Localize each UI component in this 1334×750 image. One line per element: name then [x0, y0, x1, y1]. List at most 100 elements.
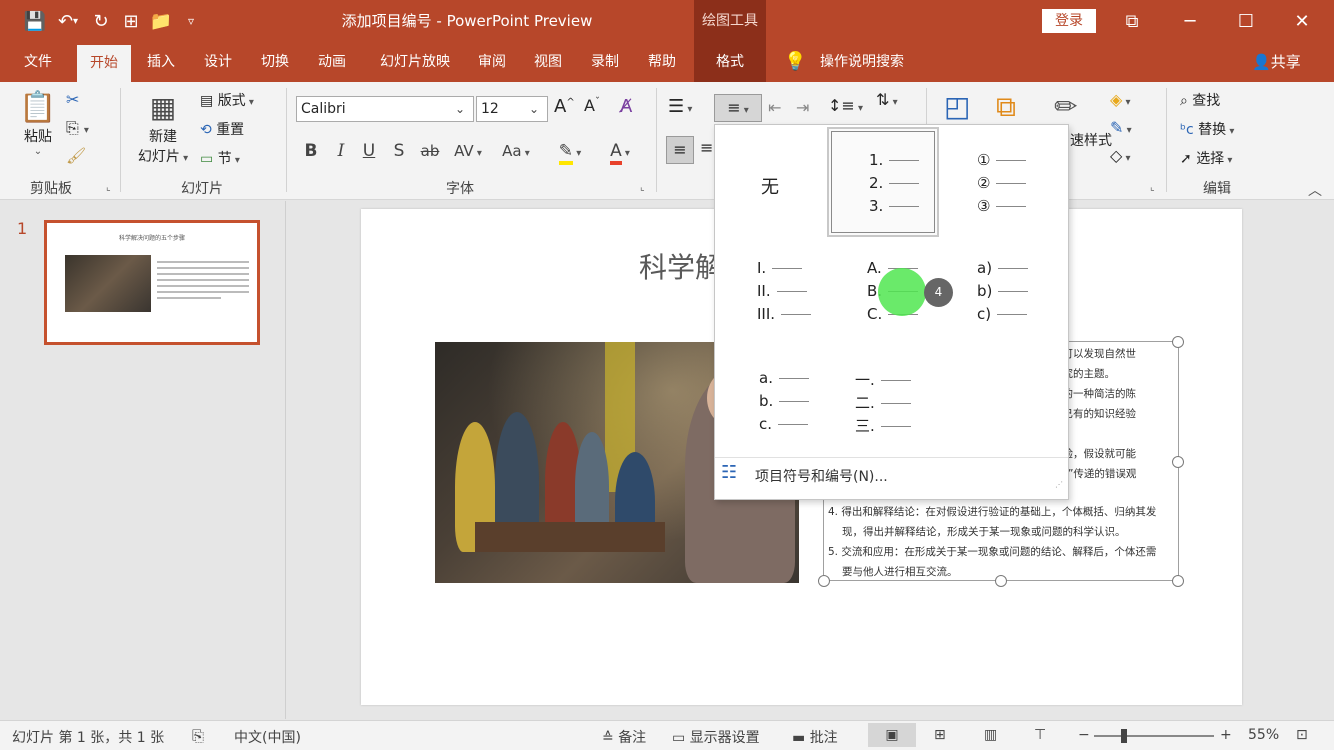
- tab-home[interactable]: 开始: [77, 45, 131, 82]
- numbering-roman-upper-option[interactable]: I. II. III.: [717, 237, 829, 347]
- minimize-button[interactable]: ─: [1162, 0, 1218, 42]
- tab-review[interactable]: 审阅: [464, 42, 520, 82]
- reading-view-icon[interactable]: ▥: [984, 727, 997, 743]
- zoom-in-button[interactable]: +: [1220, 727, 1232, 743]
- increase-indent-icon[interactable]: ⇥: [796, 98, 809, 117]
- tab-animations[interactable]: 动画: [304, 42, 360, 82]
- decrease-indent-icon[interactable]: ⇤: [768, 98, 781, 117]
- section-button[interactable]: ▭ 节 ▾: [200, 148, 240, 168]
- share-button[interactable]: 👤共享: [1252, 42, 1301, 82]
- document-title: 添加项目编号 - PowerPoint Preview: [341, 12, 593, 30]
- none-label: 无: [761, 177, 779, 198]
- numbering-icon: ≡: [727, 98, 741, 117]
- numbering-alpha-paren-option[interactable]: a) b) c): [949, 237, 1061, 347]
- font-size-combo[interactable]: 12 ⌄: [476, 96, 548, 122]
- collapse-ribbon-icon[interactable]: ︿: [1308, 180, 1322, 200]
- tell-me-search[interactable]: 操作说明搜索: [812, 42, 912, 82]
- numbering-circled-option[interactable]: ① ② ③: [949, 127, 1061, 237]
- shape-outline-icon[interactable]: ✎ ▾: [1110, 118, 1132, 137]
- shadow-button[interactable]: S: [388, 138, 410, 164]
- notes-button[interactable]: ≙ 备注: [602, 727, 646, 747]
- chevron-down-icon[interactable]: ⌄: [523, 97, 545, 121]
- align-left-icon[interactable]: ≡: [666, 136, 694, 164]
- strikethrough-button[interactable]: ab: [416, 138, 444, 164]
- reset-button[interactable]: ⟲ 重置: [200, 119, 244, 139]
- bullets-numbering-settings[interactable]: ☷ 项目符号和编号(N)... ⋰: [715, 457, 1068, 491]
- line-spacing-icon[interactable]: ↕≡ ▾: [828, 96, 863, 115]
- select-button[interactable]: ➚ 选择 ▾: [1180, 148, 1232, 168]
- shrink-font-icon[interactable]: Aˇ: [584, 96, 600, 115]
- tab-file[interactable]: 文件: [10, 42, 66, 82]
- italic-button[interactable]: I: [330, 138, 352, 164]
- change-case-button[interactable]: Aa ▾: [496, 138, 536, 164]
- clear-formatting-icon[interactable]: A̸: [620, 96, 632, 117]
- tab-record[interactable]: 录制: [577, 42, 633, 82]
- text-direction-icon[interactable]: ⇅ ▾: [876, 90, 898, 109]
- slide-sorter-icon[interactable]: ⊞: [934, 727, 946, 743]
- grow-font-icon[interactable]: A^: [554, 96, 575, 117]
- quick-styles-label[interactable]: 速样式: [1070, 130, 1112, 150]
- new-slide-button[interactable]: ▦ 新建 幻灯片 ▾: [130, 90, 196, 166]
- zoom-slider-thumb[interactable]: [1121, 729, 1127, 743]
- resize-grip-icon[interactable]: ⋰: [1055, 480, 1063, 489]
- tab-help[interactable]: 帮助: [634, 42, 690, 82]
- comments-button[interactable]: ▬ 批注: [792, 727, 838, 747]
- format-painter-icon[interactable]: 🖌: [66, 146, 86, 165]
- shape-fill-icon[interactable]: ◈ ▾: [1110, 90, 1131, 109]
- font-family-combo[interactable]: Calibri ⌄: [296, 96, 474, 122]
- bold-button[interactable]: B: [300, 138, 322, 164]
- language-indicator[interactable]: 中文(中国): [234, 727, 301, 747]
- dialog-launcher-icon[interactable]: ⌞: [1150, 182, 1155, 193]
- resize-handle[interactable]: [1172, 575, 1184, 587]
- tab-transitions[interactable]: 切换: [247, 42, 303, 82]
- cut-icon[interactable]: ✂: [66, 90, 79, 109]
- character-spacing-button[interactable]: AV ▾: [448, 138, 488, 164]
- tab-design[interactable]: 设计: [190, 42, 246, 82]
- slideshow-view-icon[interactable]: ⊤: [1034, 727, 1046, 743]
- separator: [286, 88, 287, 192]
- shape-effects-icon[interactable]: ◇ ▾: [1110, 146, 1131, 165]
- underline-button[interactable]: U: [358, 138, 380, 164]
- zoom-out-button[interactable]: −: [1078, 727, 1090, 743]
- tab-format[interactable]: 格式: [694, 42, 766, 82]
- close-button[interactable]: ✕: [1274, 0, 1330, 42]
- login-button[interactable]: 登录: [1042, 9, 1096, 33]
- dialog-launcher-icon[interactable]: ⌞: [640, 182, 645, 193]
- replace-button[interactable]: ᵇc 替换 ▾: [1180, 119, 1234, 139]
- arrange-icon[interactable]: ⧉: [996, 90, 1016, 124]
- ribbon-display-options-icon[interactable]: ⧉: [1104, 0, 1160, 42]
- highlight-button[interactable]: ✎ ▾: [550, 138, 590, 165]
- normal-view-icon[interactable]: ▣: [868, 723, 916, 747]
- fit-to-window-icon[interactable]: ⊡: [1296, 727, 1308, 743]
- numbering-none-option[interactable]: 无: [717, 127, 829, 237]
- numbering-alpha-lower-option[interactable]: a. b. c.: [717, 347, 829, 457]
- zoom-level[interactable]: 55%: [1248, 727, 1279, 743]
- tab-slideshow[interactable]: 幻灯片放映: [365, 42, 465, 82]
- bullets-icon[interactable]: ☰ ▾: [668, 96, 692, 117]
- align-center-icon[interactable]: ≡: [700, 138, 713, 157]
- dialog-launcher-icon[interactable]: ⌞: [106, 182, 111, 193]
- number-marker: I.: [757, 259, 803, 277]
- numbering-button[interactable]: ≡ ▾: [714, 94, 762, 122]
- accessibility-icon[interactable]: ⎘: [192, 727, 204, 745]
- resize-handle[interactable]: [995, 575, 1007, 587]
- maximize-button[interactable]: ☐: [1218, 0, 1274, 42]
- resize-handle[interactable]: [1172, 336, 1184, 348]
- numbering-chinese-option[interactable]: 一. 二. 三.: [827, 347, 939, 457]
- display-settings-button[interactable]: ▭ 显示器设置: [672, 727, 760, 747]
- copy-icon[interactable]: ⎘ ▾: [66, 118, 89, 138]
- find-button[interactable]: ⌕ 查找: [1180, 90, 1220, 110]
- font-color-button[interactable]: A ▾: [600, 138, 640, 165]
- numbering-arabic-option[interactable]: 1. 2. 3.: [827, 127, 939, 237]
- zoom-slider-track[interactable]: [1094, 735, 1214, 737]
- slide-thumbnail[interactable]: 科学解决问题的五个步骤: [44, 220, 260, 345]
- resize-handle[interactable]: [818, 575, 830, 587]
- layout-button[interactable]: ▤ 版式 ▾: [200, 90, 254, 110]
- tab-view[interactable]: 视图: [520, 42, 576, 82]
- chevron-down-icon[interactable]: ⌄: [449, 97, 471, 121]
- tab-insert[interactable]: 插入: [133, 42, 189, 82]
- resize-handle[interactable]: [1172, 456, 1184, 468]
- quick-styles-icon[interactable]: ✏: [1054, 90, 1077, 123]
- paste-button[interactable]: 📋 粘贴 ⌄: [18, 90, 58, 157]
- shapes-icon[interactable]: ◰: [944, 90, 970, 123]
